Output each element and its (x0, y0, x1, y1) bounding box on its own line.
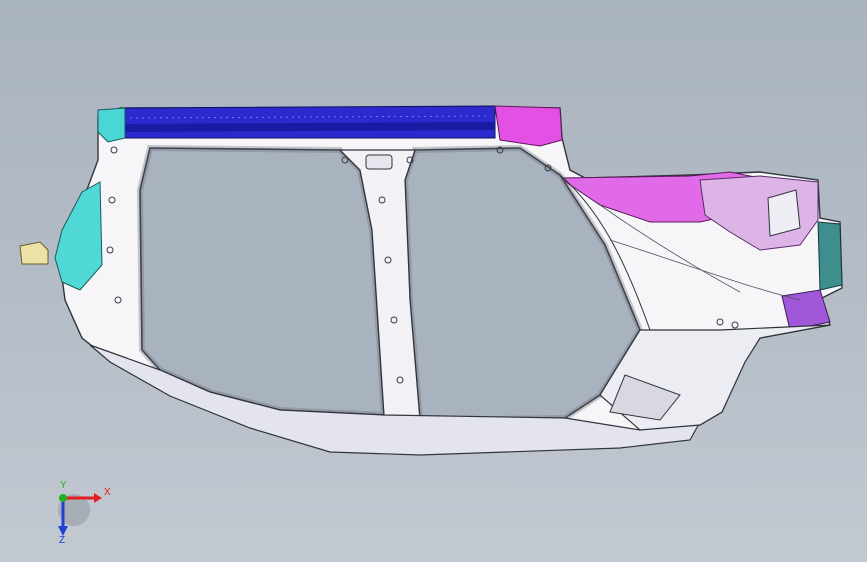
z-axis-label: Z (59, 535, 66, 546)
rear-roof-rail-part[interactable] (494, 105, 563, 147)
y-axis-dot-icon (59, 494, 67, 502)
y-axis-label: Y (60, 480, 67, 491)
x-axis-arrow-icon (94, 493, 102, 503)
rear-quarter-window-opening (767, 189, 801, 237)
cad-viewport[interactable]: X Y Z (0, 0, 867, 562)
x-axis-label: X (104, 487, 111, 498)
coordinate-triad: X Y Z (44, 480, 114, 550)
tail-bracket-part[interactable] (817, 221, 843, 291)
roof-rail-part[interactable] (124, 105, 496, 139)
hinge-bracket-part[interactable] (19, 241, 49, 265)
body-side-model[interactable] (0, 0, 867, 562)
b-pillar-latch-hole (365, 154, 393, 170)
